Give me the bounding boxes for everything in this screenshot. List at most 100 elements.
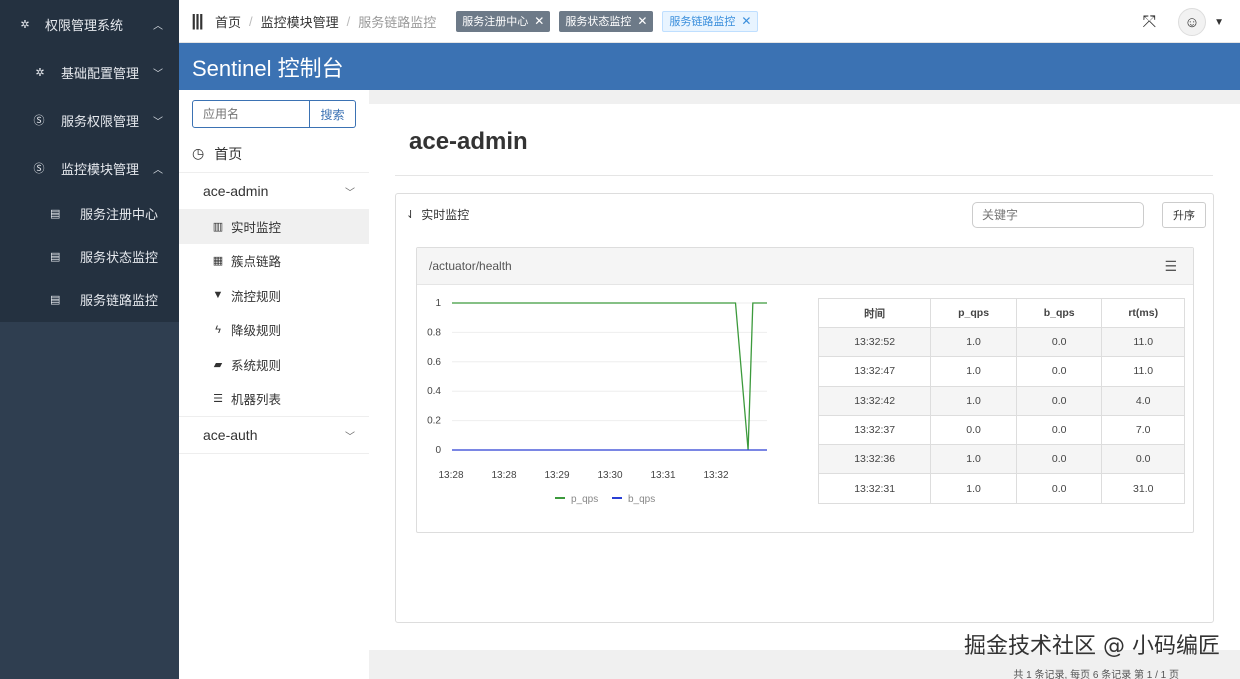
nav-section-basic-config[interactable]: ✲ 基础配置管理 ﹀	[0, 48, 179, 96]
hamburger-menu-icon[interactable]: ☰	[1164, 258, 1177, 275]
sidebar-home[interactable]: ◷ 首页	[179, 135, 369, 173]
top-bar: ||| 首页 / 监控模块管理 / 服务链路监控 服务注册中心 ✕ 服务状态监控…	[179, 0, 1240, 43]
table-cell: 31.0	[1101, 473, 1185, 504]
nav-section-label: 服务权限管理	[61, 113, 140, 129]
app-ace-admin[interactable]: ace-admin ﹀	[179, 173, 369, 209]
tab-tag-service-registry[interactable]: 服务注册中心 ✕	[456, 10, 551, 32]
menu-toggle-icon[interactable]: |||	[179, 11, 215, 31]
menu-label: 系统规则	[231, 358, 282, 373]
table-cell: 0.0	[1015, 385, 1103, 416]
table-header: rt(ms)	[1101, 298, 1185, 328]
nav-section-auth-system[interactable]: ✲ 权限管理系统 ︿	[0, 0, 179, 48]
nav-item-label: 服务链路监控	[80, 293, 159, 308]
series-line-p_qps	[452, 302, 767, 451]
nav-item-label: 服务状态监控	[80, 250, 159, 265]
tab-tag-service-status[interactable]: 服务状态监控 ✕	[559, 10, 654, 32]
title-divider	[395, 175, 1213, 176]
table-cell: 13:32:52	[817, 326, 932, 358]
avatar-face-icon: ☺	[1184, 13, 1200, 31]
menu-label: 实时监控	[231, 220, 282, 235]
lock-icon: ▰	[213, 358, 223, 371]
nav-section-monitor[interactable]: Ⓢ 监控模块管理 ︿	[0, 144, 179, 192]
app-ace-auth[interactable]: ace-auth ﹀	[179, 416, 369, 454]
table-cell: 1.0	[930, 385, 1017, 416]
table-cell: 0.0	[1015, 473, 1103, 504]
table-cell: 11.0	[1101, 326, 1185, 358]
resource-card-header: /actuator/health ☰	[417, 248, 1193, 285]
qps-line-chart: 1 0.8 0.6 0.4 0.2 0 13:28 13:28 13:29 13:30 13:31 1…	[427, 298, 767, 505]
menu-cluster-link[interactable]: ▦ 簇点链路	[179, 244, 369, 279]
bolt-icon: ϟ	[215, 323, 221, 336]
nav-section-label: 监控模块管理	[61, 161, 140, 177]
nav-item-service-trace[interactable]: ▤ 服务链路监控	[0, 278, 179, 321]
menu-flow-rules[interactable]: ▼ 流控规则	[179, 278, 369, 313]
sentinel-header: Sentinel 控制台	[179, 43, 1240, 90]
table-header-row: 时间 p_qps b_qps rt(ms)	[817, 298, 1185, 328]
menu-label: 机器列表	[231, 393, 282, 408]
breadcrumb-separator: /	[249, 13, 253, 29]
server-icon: ▤	[50, 294, 61, 306]
monitor-panel: ⇃ 实时监控 升序 /actuator/health ☰ 1 0.8 0.6 0.4 0…	[395, 193, 1214, 679]
server-icon: ▤	[50, 251, 61, 263]
menu-system-rules[interactable]: ▰ 系统规则	[179, 347, 369, 382]
resource-card: /actuator/health ☰ 1 0.8 0.6 0.4 0.2 0 13:28 13…	[416, 247, 1194, 533]
table-cell: 13:32:37	[817, 414, 932, 446]
table-row: 13:32:42 1.0 0.0 4.0	[817, 385, 1185, 416]
nav-item-service-status[interactable]: ▤ 服务状态监控	[0, 235, 179, 278]
avatar[interactable]: ☺	[1178, 8, 1207, 36]
x-tick-label: 13:28	[491, 470, 516, 481]
table-cell: 0.0	[930, 414, 1017, 446]
watermark: 掘金技术社区 @ 小码编匠	[964, 634, 1220, 659]
tab-tag-service-trace[interactable]: 服务链路监控 ✕	[662, 10, 759, 32]
close-icon[interactable]: ✕	[637, 14, 647, 28]
table-cell: 1.0	[930, 356, 1017, 387]
menu-degrade-rules[interactable]: ϟ 降级规则	[179, 313, 369, 348]
keyword-input[interactable]	[972, 202, 1144, 228]
sort-asc-button[interactable]: 升序	[1162, 202, 1206, 228]
legend-label-p_qps: p_qps	[571, 494, 598, 505]
sentinel-title: Sentinel 控制台	[192, 55, 344, 81]
bar-chart-icon: ▥	[212, 220, 224, 233]
menu-realtime-monitor[interactable]: ▥ 实时监控	[179, 209, 369, 244]
close-icon[interactable]: ✕	[741, 14, 751, 28]
sidebar-home-label: 首页	[214, 145, 243, 162]
table-row: 13:32:52 1.0 0.0 11.0	[817, 326, 1185, 358]
x-tick-label: 13:28	[438, 470, 463, 481]
x-tick-label: 13:31	[650, 470, 675, 481]
app-search-button[interactable]: 搜索	[310, 100, 356, 128]
table-cell: 13:32:31	[817, 473, 932, 504]
table-cell: 7.0	[1101, 414, 1185, 446]
legend-label-b_qps: b_qps	[628, 494, 655, 505]
panel-title-label: 实时监控	[421, 208, 470, 222]
menu-label: 降级规则	[231, 324, 282, 339]
app-sidebar: 搜索 ◷ 首页 ace-admin ﹀ ▥ 实时监控 ▦ 簇点链路 ▼ 流控规则…	[179, 90, 369, 679]
tab-tag-label: 服务链路监控	[669, 16, 736, 28]
table-cell: 13:32:36	[817, 444, 932, 475]
nav-item-service-registry[interactable]: ▤ 服务注册中心	[0, 192, 179, 235]
app-search-input[interactable]	[192, 100, 310, 128]
caret-down-icon[interactable]: ▼	[1214, 17, 1224, 28]
table-cell: 0.0	[1101, 444, 1185, 475]
menu-label: 流控规则	[231, 289, 282, 304]
resource-name: /actuator/health	[429, 259, 512, 273]
metrics-table: 时间 p_qps b_qps rt(ms) 13:32:52 1.0 0.0 1…	[817, 298, 1185, 504]
main-content: ace-admin ⇃ 实时监控 升序 /actuator/health ☰ 1…	[369, 104, 1240, 679]
menu-label: 簇点链路	[231, 255, 282, 270]
table-cell: 11.0	[1101, 356, 1185, 387]
table-cell: 1.0	[930, 473, 1017, 504]
breadcrumb-monitor[interactable]: 监控模块管理	[261, 12, 339, 31]
left-nav-top: ✲ 权限管理系统 ︿ ✲ 基础配置管理 ﹀ Ⓢ 服务权限管理 ﹀ Ⓢ 监控模块管…	[0, 0, 179, 322]
close-icon[interactable]: ✕	[534, 14, 544, 28]
tab-tag-label: 服务状态监控	[565, 16, 632, 28]
page-title: ace-admin	[409, 128, 528, 155]
menu-machine-list[interactable]: ☰ 机器列表	[179, 382, 369, 417]
fullscreen-icon[interactable]: ⤧	[1142, 12, 1156, 32]
breadcrumb: 首页 / 监控模块管理 / 服务链路监控	[215, 12, 436, 31]
nav-section-label: 权限管理系统	[45, 17, 124, 33]
table-cell: 0.0	[1015, 414, 1103, 446]
nav-section-service-auth[interactable]: Ⓢ 服务权限管理 ﹀	[0, 96, 179, 144]
dashboard-icon: ◷	[192, 145, 205, 161]
gear-icon: ✲	[35, 66, 45, 79]
breadcrumb-home[interactable]: 首页	[215, 12, 241, 31]
table-header: 时间	[817, 298, 932, 328]
